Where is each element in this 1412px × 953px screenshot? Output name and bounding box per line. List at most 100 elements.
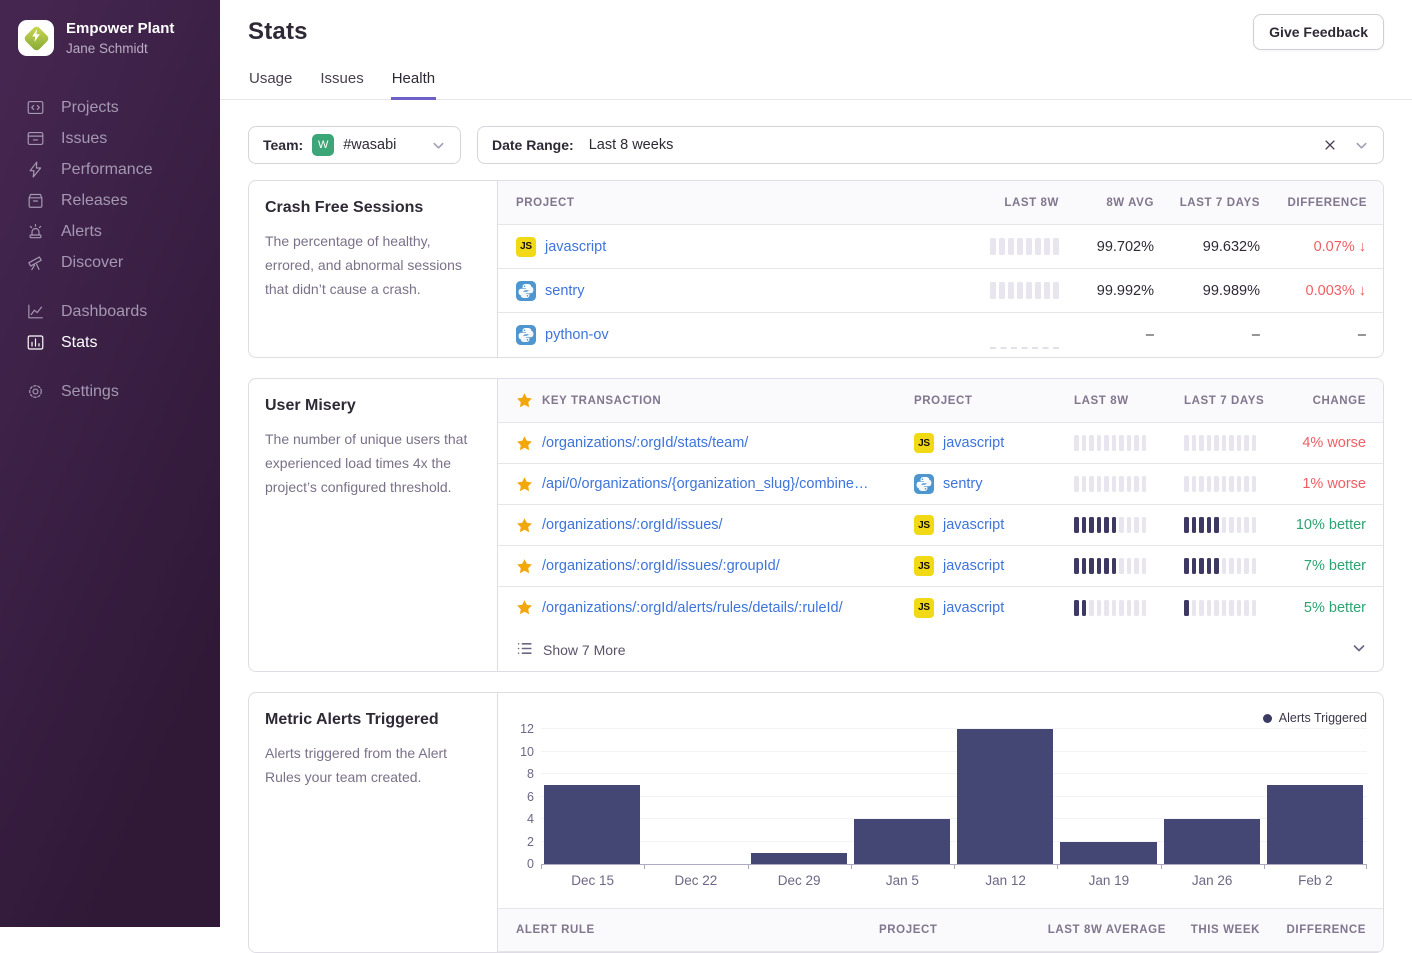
clear-icon[interactable]: [1323, 138, 1337, 152]
legend-alerts-triggered[interactable]: Alerts Triggered: [1263, 711, 1367, 725]
metric-alerts-chart-area: Alerts Triggered 024681012Dec 15Dec 22De…: [498, 693, 1383, 952]
user-misery-table-header: KEY TRANSACTION PROJECT LAST 8W LAST 7 D…: [498, 379, 1383, 423]
bar-dec-15: [544, 785, 640, 864]
legend-dot-icon: [1263, 714, 1272, 723]
sidebar-item-issues[interactable]: Issues: [0, 123, 220, 154]
y-axis-label: 4: [498, 812, 534, 826]
y-axis-label: 10: [498, 745, 534, 759]
team-value: #wasabi: [343, 137, 396, 153]
x-axis-label: Jan 5: [851, 873, 954, 888]
sparkline: [1074, 517, 1184, 533]
python-icon: [914, 474, 934, 494]
table-row: python-ov – – –: [498, 313, 1383, 357]
page-title: Stats: [248, 18, 1384, 46]
alerts-icon: [25, 222, 45, 242]
last7-value: 99.989%: [1170, 283, 1276, 299]
javascript-icon: JS: [914, 515, 934, 535]
tab-issues[interactable]: Issues: [319, 70, 364, 100]
key-transaction-star-icon[interactable]: [516, 517, 533, 534]
panel-description: The number of unique users that experien…: [265, 427, 481, 499]
sparkline: [1184, 476, 1294, 492]
x-axis-label: Jan 19: [1057, 873, 1160, 888]
metric-alerts-panel: Metric Alerts Triggered Alerts triggered…: [248, 692, 1384, 953]
transaction-link[interactable]: /organizations/:orgId/alerts/rules/detai…: [542, 600, 843, 616]
avg-value: 99.992%: [1075, 283, 1170, 299]
project-link[interactable]: javascript: [943, 517, 1004, 533]
project-link[interactable]: javascript: [943, 558, 1004, 574]
discover-icon: [25, 253, 45, 273]
table-row: /organizations/:orgId/stats/team/ JSjava…: [498, 423, 1383, 464]
sparkline: [1074, 600, 1184, 616]
show-more-label: Show 7 More: [543, 642, 625, 658]
bar-jan-12: [957, 729, 1053, 864]
tab-usage[interactable]: Usage: [248, 70, 293, 100]
tab-health[interactable]: Health: [391, 70, 436, 100]
x-axis-label: Jan 26: [1161, 873, 1264, 888]
table-row: /api/0/organizations/{organization_slug}…: [498, 464, 1383, 505]
crash-free-sessions-panel: Crash Free Sessions The percentage of he…: [248, 180, 1384, 358]
project-link[interactable]: javascript: [943, 600, 1004, 616]
sidebar-item-stats[interactable]: Stats: [0, 327, 220, 358]
user-misery-panel: User Misery The number of unique users t…: [248, 378, 1384, 672]
sidebar-item-settings[interactable]: Settings: [0, 376, 220, 407]
sidebar-item-dashboards[interactable]: Dashboards: [0, 296, 220, 327]
panel-title: User Misery: [265, 397, 481, 415]
sparkline: [1074, 435, 1184, 451]
key-transaction-star-icon[interactable]: [516, 435, 533, 452]
issues-icon: [25, 129, 45, 149]
y-axis-label: 8: [498, 767, 534, 781]
settings-icon: [25, 382, 45, 402]
sidebar-nav: Projects Issues Performance Releases Ale…: [0, 92, 220, 407]
bar-feb-2: [1267, 785, 1363, 864]
transaction-link[interactable]: /organizations/:orgId/issues/:groupId/: [542, 558, 780, 574]
arrow-down-icon: ↓: [1359, 283, 1366, 299]
key-transaction-star-icon[interactable]: [516, 476, 533, 493]
y-axis-label: 12: [498, 722, 534, 736]
sidebar-item-performance[interactable]: Performance: [0, 154, 220, 185]
org-logo: [18, 20, 54, 56]
key-transaction-star-icon[interactable]: [516, 392, 533, 409]
stats-tabs: Usage Issues Health: [220, 70, 1412, 100]
last7-value: 99.632%: [1170, 239, 1276, 255]
sidebar: Empower Plant Jane Schmidt Projects Issu…: [0, 0, 220, 927]
project-link[interactable]: python-ov: [545, 327, 609, 343]
sidebar-item-releases[interactable]: Releases: [0, 185, 220, 216]
transaction-link[interactable]: /organizations/:orgId/stats/team/: [542, 435, 748, 451]
table-row: /organizations/:orgId/issues/:groupId/ J…: [498, 546, 1383, 587]
stats-icon: [25, 333, 45, 353]
org-switcher[interactable]: Empower Plant Jane Schmidt: [0, 16, 220, 66]
sidebar-item-projects[interactable]: Projects: [0, 92, 220, 123]
projects-icon: [25, 98, 45, 118]
avg-value: 99.702%: [1075, 239, 1170, 255]
python-icon: [516, 325, 536, 345]
chevron-down-icon[interactable]: [1351, 640, 1367, 659]
org-name: Empower Plant: [66, 20, 174, 38]
javascript-icon: JS: [516, 237, 536, 257]
difference-value: 0.003% ↓: [1276, 283, 1383, 299]
project-link[interactable]: javascript: [943, 435, 1004, 451]
give-feedback-button[interactable]: Give Feedback: [1253, 14, 1384, 50]
table-row: /organizations/:orgId/issues/ JS javascri…: [498, 505, 1383, 546]
chevron-down-icon: [431, 138, 446, 153]
date-range-label: Date Range:: [492, 137, 574, 153]
date-range-selector[interactable]: Date Range: Last 8 weeks: [477, 126, 1384, 164]
transaction-link[interactable]: /api/0/organizations/{organization_slug}…: [542, 476, 868, 492]
arrow-down-icon: ↓: [1359, 239, 1366, 255]
team-selector[interactable]: Team: W #wasabi: [248, 126, 461, 164]
key-transaction-star-icon[interactable]: [516, 558, 533, 575]
bar-jan-26: [1164, 819, 1260, 864]
project-link[interactable]: sentry: [943, 476, 983, 492]
project-link[interactable]: sentry: [545, 283, 585, 299]
performance-icon: [25, 160, 45, 180]
key-transaction-star-icon[interactable]: [516, 599, 533, 616]
sidebar-item-alerts[interactable]: Alerts: [0, 216, 220, 247]
transaction-link[interactable]: /organizations/:orgId/issues/: [542, 517, 723, 533]
project-link[interactable]: javascript: [545, 239, 606, 255]
last7-value: –: [1170, 327, 1276, 343]
y-axis-label: 6: [498, 790, 534, 804]
show-more-button[interactable]: Show 7 More: [498, 628, 1383, 671]
sidebar-item-discover[interactable]: Discover: [0, 247, 220, 278]
chevron-down-icon[interactable]: [1354, 138, 1369, 153]
sparkline: [1184, 517, 1294, 533]
bar-jan-5: [854, 819, 950, 864]
